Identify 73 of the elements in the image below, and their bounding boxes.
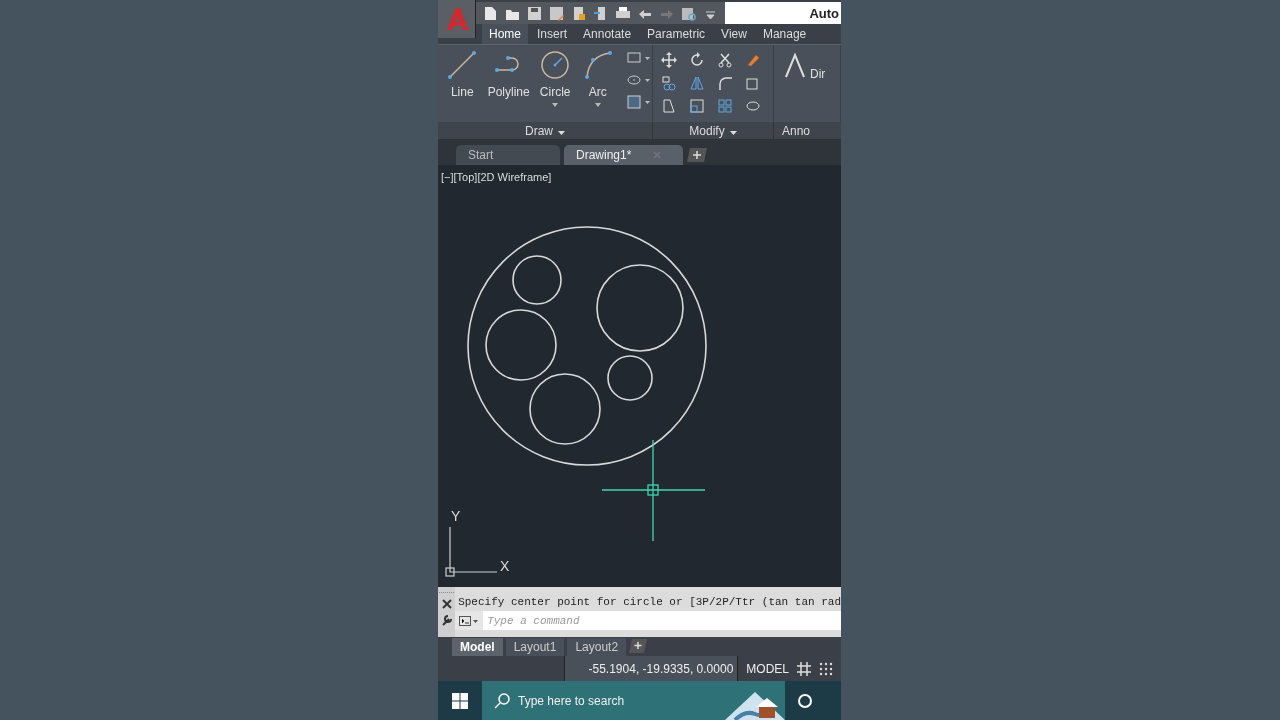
ribbon-tab[interactable]: Annotate — [576, 24, 639, 44]
ellipse-icon — [626, 72, 642, 88]
window-title: Auto — [809, 5, 840, 21]
cortana-icon[interactable] — [797, 692, 813, 709]
hatch-icon — [626, 94, 642, 110]
polyline-tool-button[interactable]: Polyline — [484, 50, 533, 110]
grid-icon[interactable] — [797, 661, 811, 676]
copy-icon[interactable] — [661, 75, 677, 91]
ucs-axes-icon — [445, 526, 498, 577]
command-history-text: Specify center point for circle or [3P/2P/Ttr (tan tan rad — [457, 595, 841, 610]
box-icon[interactable] — [745, 75, 761, 91]
fillet-icon[interactable] — [717, 75, 733, 91]
circle-tool-button[interactable]: Circle — [534, 50, 576, 110]
caret-icon — [558, 130, 565, 135]
new-tab-icon[interactable] — [687, 148, 707, 162]
windows-start-icon[interactable] — [452, 692, 468, 709]
stretch-icon[interactable] — [661, 98, 677, 114]
move-icon[interactable] — [661, 52, 677, 68]
hatch-tool-button[interactable] — [626, 94, 650, 110]
coordinates-readout[interactable]: -55.1904, -19.9335, 0.0000 — [563, 656, 739, 681]
line-icon — [447, 50, 478, 80]
ellipse-tool-button[interactable] — [626, 72, 650, 88]
snap-dots-icon[interactable] — [819, 661, 833, 676]
circle-icon — [540, 50, 571, 80]
viewport-controls[interactable]: [−][Top][2D Wireframe] — [441, 171, 552, 183]
document-tab[interactable]: Start — [456, 145, 560, 165]
drawing-canvas[interactable]: [−][Top][2D Wireframe] Y X — [438, 165, 841, 587]
caret-icon — [729, 130, 737, 135]
arc-icon — [582, 50, 613, 80]
layout-tab[interactable]: Model — [452, 638, 503, 656]
tool-label[interactable]: Dir — [810, 67, 826, 81]
annotation-panel-title[interactable]: Anno — [782, 123, 811, 138]
layout-tab[interactable]: Layout2 — [567, 638, 627, 656]
crosshair-cursor-icon — [601, 439, 706, 542]
mirror-icon[interactable] — [689, 75, 705, 91]
eraser-icon[interactable] — [745, 52, 761, 68]
document-tab[interactable]: Drawing1* — [564, 145, 683, 165]
x-axis-label: X — [500, 558, 510, 574]
close-icon[interactable] — [441, 599, 452, 609]
new-file-icon[interactable] — [482, 4, 499, 22]
rotate-icon[interactable] — [689, 52, 705, 68]
caret-icon — [645, 56, 650, 60]
y-axis-label: Y — [451, 508, 461, 524]
arc-tool-button[interactable]: Arc — [577, 50, 618, 110]
command-input-field[interactable]: Type a command — [483, 611, 841, 630]
scissors-icon[interactable] — [717, 52, 733, 68]
grip-icon[interactable] — [438, 591, 455, 594]
ribbon-tab[interactable]: Parametric — [640, 24, 713, 44]
new-layout-icon[interactable] — [629, 639, 648, 653]
caret-icon — [552, 103, 559, 107]
caret-icon — [594, 103, 601, 107]
ribbon-tab[interactable]: Home — [482, 24, 528, 44]
search-icon — [494, 692, 510, 709]
wrench-icon[interactable] — [440, 614, 453, 626]
save-icon[interactable] — [526, 4, 543, 22]
array-icon[interactable] — [717, 98, 733, 114]
command-prompt-icon — [459, 615, 480, 626]
caret-icon — [645, 100, 650, 104]
caret-icon — [645, 78, 650, 82]
save-as-icon[interactable] — [548, 4, 565, 22]
layout-tab[interactable]: Layout1 — [505, 638, 565, 656]
ribbon-tab[interactable]: Insert — [530, 24, 575, 44]
model-space-button[interactable]: MODEL — [746, 661, 789, 676]
ribbon-tab[interactable]: Manage — [755, 24, 814, 44]
app-menu-button[interactable] — [438, 0, 476, 38]
rectangle-icon — [626, 50, 642, 66]
text-tool-icon[interactable] — [784, 53, 806, 79]
ribbon-tab[interactable]: View — [714, 24, 754, 44]
rectangle-tool-button[interactable] — [626, 50, 650, 66]
line-tool-button[interactable]: Line — [442, 50, 483, 110]
scale-icon[interactable] — [689, 98, 705, 114]
taskbar-search-box[interactable]: Type here to search — [482, 681, 785, 720]
offset-icon[interactable] — [745, 98, 761, 114]
